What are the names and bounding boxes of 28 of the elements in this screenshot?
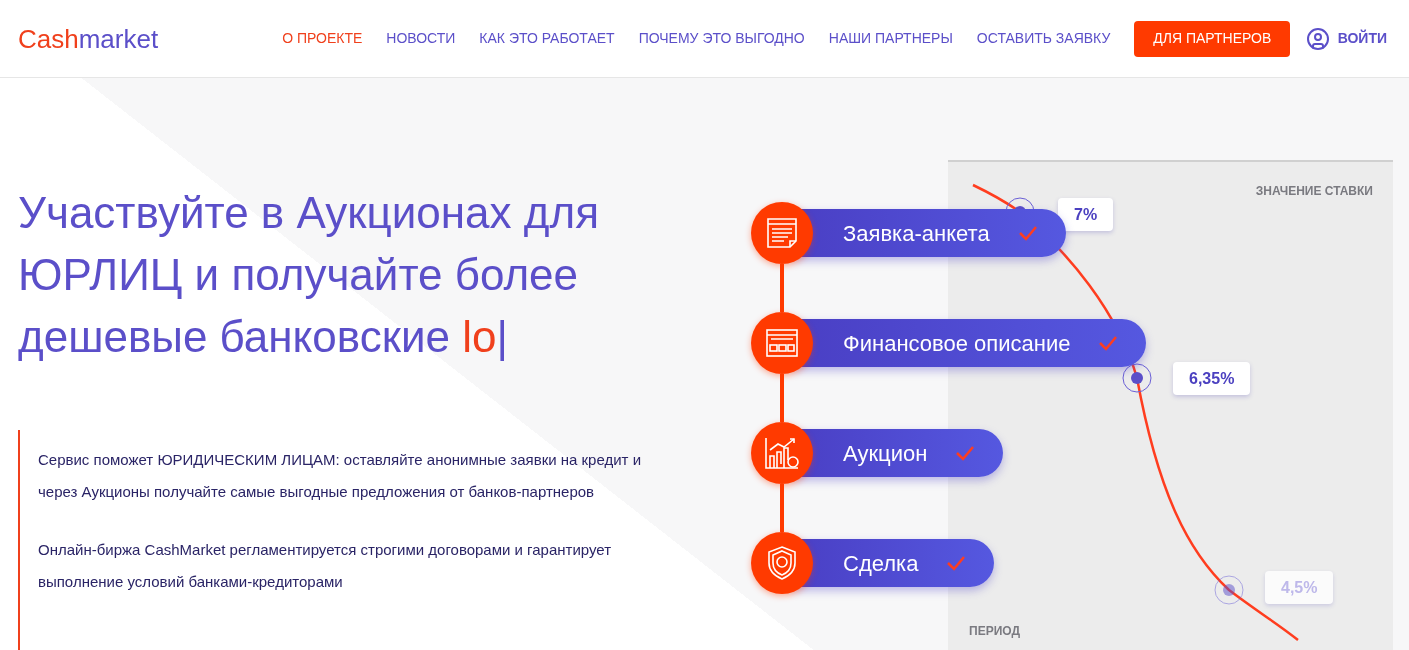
step-label: Финансовое описание [843,329,1071,358]
step-label: Заявка-анкета [843,219,990,248]
cashmarket-logo[interactable]: Cashmarket [18,25,159,52]
user-icon [1305,26,1330,51]
dashboard-icon [765,328,799,358]
curve-point-marker [1214,575,1244,605]
login-link[interactable]: ВОЙТИ [1305,26,1391,51]
growth-chart-icon [764,436,800,470]
rate-tooltip: 7% [1058,198,1114,231]
step-label: Сделка [843,549,919,578]
hero-description: Онлайн-биржа CashMarket регламентируется строгими договорами и гарантирует выполнение условий банками-кредиторами [38,540,613,592]
hero-headline: Участвуйте в Аукционах для ЮРЛИЦ и получайте более дешевые банковские lo| [18,187,600,363]
shield-coin-icon [766,545,798,581]
rate-tooltip: 6,35% [1173,362,1251,395]
document-icon [765,216,799,250]
step-label: Аукцион [843,439,928,468]
curve-point-marker [1122,363,1152,393]
rate-tooltip: 4,5% [1265,571,1334,604]
hero-description: Сервис поможет ЮРИДИЧЕСКИМ ЛИЦАМ: оставляйте анонимные заявки на кредит и через Аукционы получайте самые выгодные предложения от банков-партнеров [38,450,643,502]
nav-link[interactable]: ПОЧЕМУ ЭТО ВЫГОДНО [638,28,805,49]
partners-button[interactable]: ДЛЯ ПАРТНЕРОВ [1134,20,1291,57]
nav-link[interactable]: НОВОСТИ [386,28,456,49]
axis-label: ЗНАЧЕНИЕ СТАВКИ [1255,183,1373,200]
nav-link[interactable]: КАК ЭТО РАБОТАЕТ [479,28,615,49]
nav-link[interactable]: О ПРОЕКТЕ [282,28,363,49]
nav-link[interactable]: ОСТАВИТЬ ЗАЯВКУ [976,28,1111,49]
axis-label: ПЕРИОД [969,623,1020,640]
nav-link[interactable]: НАШИ ПАРТНЕРЫ [828,28,953,49]
